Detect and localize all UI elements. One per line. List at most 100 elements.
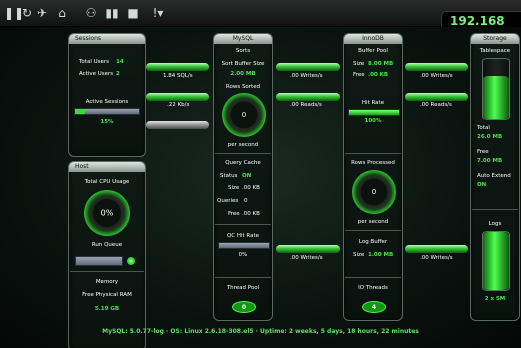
sort-buffer-value: 2.00 MB — [230, 71, 256, 77]
innodb-separator-2 — [345, 230, 401, 231]
buffer-pool-label: Buffer Pool — [358, 48, 388, 54]
host-panel: Host Total CPU Usage 0% Run Queue Memory… — [68, 161, 146, 348]
qc-size-label: Size — [228, 185, 240, 191]
mysql-separator-1 — [215, 153, 271, 154]
qc-status-value: ON — [242, 173, 252, 179]
innodb-storage-write-pipe — [405, 63, 468, 71]
innodb-separator-1 — [345, 153, 401, 154]
qc-free-label: Free — [228, 211, 240, 217]
sort-buffer-label: Sort Buffer Size — [221, 61, 265, 67]
total-users-label: Total Users — [79, 59, 109, 65]
thread-pool-value: 0 — [232, 301, 256, 313]
logs-value: 2 x 5M — [484, 296, 506, 302]
total-users-value: 14 — [116, 59, 124, 65]
active-users-value: 2 — [116, 71, 120, 77]
log-size-label: Size — [353, 252, 365, 258]
qc-queries-label: Queries — [217, 198, 239, 204]
free-ram-label: Free Physical RAM — [82, 292, 132, 298]
innodb-title: InnoDB — [344, 34, 402, 44]
log-size-value: 1.00 MB — [368, 252, 394, 258]
users-icon[interactable]: ⚇ — [83, 5, 99, 21]
mysql-innodb-write-pipe — [276, 63, 340, 71]
qc-hit-rate-bar — [218, 242, 270, 249]
rows-sorted-per-second: per second — [227, 142, 259, 148]
run-queue-indicator — [127, 257, 135, 265]
bp-size-label: Size — [353, 61, 365, 67]
home-icon[interactable]: ⌂ — [54, 5, 70, 21]
run-queue-bar — [75, 256, 123, 266]
qc-hit-rate-label: QC Hit Rate — [226, 233, 260, 239]
kb-rate: .22 Kb/s — [167, 102, 190, 108]
tablespace-cylinder — [482, 58, 510, 120]
mysql-panel: MySQL Sorts Sort Buffer Size 2.00 MB Row… — [213, 33, 273, 321]
free-ram-value: 5.19 GB — [94, 306, 120, 312]
active-users-label: Active Users — [79, 71, 114, 77]
writes-rate-2: .00 Writes/s — [420, 73, 453, 79]
ts-total-value: 26.0 MB — [477, 134, 503, 140]
bp-size-value: 8.00 MB — [368, 61, 394, 67]
mysql-title: MySQL — [214, 34, 272, 44]
qc-hit-rate-value: 0% — [238, 252, 248, 258]
sql-rate: 1.84 SQL/s — [163, 73, 193, 79]
toolbar: ❚❚ ↻ ✈ ⌂ ⚇ ▮▮ ■ !▾ 192.168 — [0, 0, 521, 31]
writes-rate-1: .00 Writes/s — [290, 73, 323, 79]
rows-sorted-value: 0 — [241, 111, 247, 119]
alert-icon[interactable]: !▾ — [148, 5, 168, 21]
writes-rate-4: .00 Writes/s — [420, 255, 453, 261]
active-sessions-label: Active Sessions — [85, 99, 129, 105]
bar-chart-icon[interactable]: ▮▮ — [104, 5, 120, 21]
log-buffer-label: Log Buffer — [358, 239, 388, 245]
logs-label: Logs — [488, 221, 502, 227]
storage-panel: Storage Tablespace Total 26.0 MB Free 7.… — [470, 33, 520, 321]
reads-rate-1: .00 Reads/s — [290, 102, 322, 108]
mysql-separator-3 — [215, 277, 271, 278]
qc-size-value: .00 KB — [242, 185, 260, 191]
auto-extend-label: Auto Extend — [477, 173, 511, 179]
active-sessions-bar — [74, 108, 140, 115]
hit-rate-bar — [348, 109, 400, 116]
tools-icon[interactable]: ✈ — [34, 5, 50, 21]
writes-rate-3: .00 Writes/s — [290, 255, 323, 261]
refresh-icon[interactable]: ↻ — [19, 5, 35, 21]
rows-processed-value: 0 — [371, 188, 377, 196]
kb-flow-pipe — [146, 93, 209, 101]
sessions-panel: Sessions Total Users 14 Active Users 2 A… — [68, 33, 146, 157]
storage-separator — [472, 209, 518, 210]
pause-icon[interactable]: ❚❚ — [4, 5, 24, 21]
rows-sorted-gauge: 0 — [222, 93, 266, 137]
io-threads-value: 4 — [362, 301, 386, 313]
stop-icon[interactable]: ■ — [125, 5, 141, 21]
sql-flow-pipe — [146, 63, 209, 71]
log-write-pipe-1 — [276, 245, 340, 253]
storage-title: Storage — [471, 34, 519, 44]
ts-total-label: Total — [477, 125, 490, 131]
bp-free-value: .00 KB — [368, 72, 389, 78]
memory-label: Memory — [95, 279, 119, 285]
ts-free-label: Free — [477, 149, 489, 155]
innodb-panel: InnoDB Buffer Pool Size 8.00 MB Free .00… — [343, 33, 403, 321]
ts-free-value: 7.00 MB — [477, 158, 503, 164]
qc-status-label: Status — [220, 173, 238, 179]
log-write-pipe-2 — [405, 245, 468, 253]
innodb-storage-read-pipe — [405, 93, 468, 101]
run-queue-label: Run Queue — [91, 242, 123, 248]
status-bar: MySQL: 5.0.77-log · OS: Linux 2.6.18-308… — [102, 328, 419, 335]
active-sessions-pct: 15% — [100, 119, 114, 125]
tablespace-label: Tablespace — [479, 48, 511, 54]
logs-cylinder — [482, 231, 510, 291]
sessions-title: Sessions — [69, 34, 145, 44]
cpu-value: 0% — [100, 208, 114, 218]
io-threads-label: IO Threads — [358, 285, 388, 291]
cpu-gauge: 0% — [84, 190, 130, 236]
sorts-label: Sorts — [235, 48, 251, 54]
idle-flow-pipe — [146, 121, 209, 129]
hit-rate-value: 100% — [364, 118, 382, 124]
mysql-separator-2 — [215, 224, 271, 225]
rows-processed-per-second: per second — [357, 219, 389, 225]
auto-extend-value: ON — [477, 182, 487, 188]
thread-pool-label: Thread Pool — [226, 285, 260, 291]
bp-free-label: Free — [353, 72, 365, 78]
rows-processed-label: Rows Processed — [351, 160, 395, 166]
host-title: Host — [69, 162, 145, 172]
innodb-separator-3 — [345, 277, 401, 278]
